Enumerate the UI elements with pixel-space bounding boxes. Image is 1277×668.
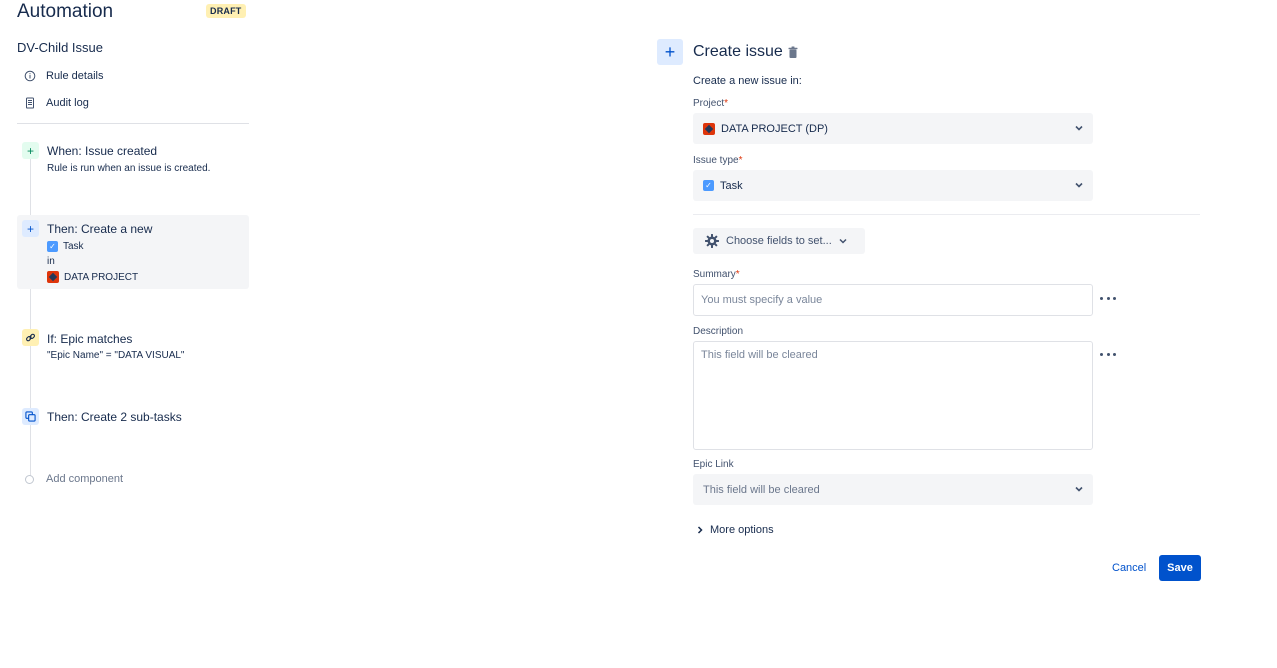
component-description: "Epic Name" = "DATA VISUAL" bbox=[47, 350, 185, 361]
component-condition[interactable]: If: Epic matches "Epic Name" = "DATA VIS… bbox=[17, 327, 249, 367]
component-description: Rule is run when an issue is created. bbox=[47, 163, 211, 174]
info-icon bbox=[24, 70, 36, 82]
epic-link-label: Epic Link bbox=[693, 459, 734, 470]
epic-link-placeholder: This field will be cleared bbox=[703, 483, 820, 496]
component-issue-type: ✓ Task bbox=[47, 241, 84, 252]
summary-more-icon[interactable] bbox=[1100, 294, 1116, 302]
issue-type-label: Issue type* bbox=[693, 155, 743, 166]
subtask-icon bbox=[22, 408, 39, 425]
issue-type-value: Task bbox=[720, 179, 743, 192]
cancel-button[interactable]: Cancel bbox=[1106, 556, 1152, 580]
summary-label: Summary* bbox=[693, 269, 740, 280]
audit-log-link[interactable]: Audit log bbox=[24, 95, 89, 111]
rule-details-label: Rule details bbox=[46, 70, 104, 82]
plus-icon: + bbox=[657, 39, 683, 65]
add-component-button[interactable]: Add component bbox=[25, 473, 123, 485]
description-field[interactable] bbox=[693, 341, 1093, 450]
link-icon bbox=[22, 329, 39, 346]
document-icon bbox=[24, 97, 36, 109]
more-options-toggle[interactable]: More options bbox=[696, 524, 774, 536]
project-icon bbox=[703, 122, 715, 135]
component-create-subtasks[interactable]: Then: Create 2 sub-tasks bbox=[17, 406, 249, 430]
rule-name: DV-Child Issue bbox=[17, 40, 103, 55]
component-project: DATA PROJECT bbox=[47, 271, 138, 283]
component-trigger[interactable]: + When: Issue created Rule is run when a… bbox=[17, 140, 249, 184]
trash-icon[interactable] bbox=[787, 46, 799, 59]
choose-fields-button[interactable]: Choose fields to set... bbox=[693, 228, 865, 254]
add-component-label: Add component bbox=[46, 473, 124, 485]
description-label: Description bbox=[693, 326, 744, 337]
chevron-down-icon bbox=[839, 238, 847, 244]
checkbox-task-icon: ✓ bbox=[703, 180, 714, 191]
description-more-icon[interactable] bbox=[1100, 350, 1116, 358]
component-title: Then: Create a new bbox=[47, 222, 153, 236]
panel-title: Create issue bbox=[693, 43, 783, 60]
plus-icon: + bbox=[22, 220, 39, 237]
project-value: DATA PROJECT (DP) bbox=[721, 122, 828, 135]
more-options-label: More options bbox=[710, 524, 774, 536]
component-create-issue[interactable]: + Then: Create a new ✓ Task in DATA PROJ… bbox=[17, 215, 249, 289]
issue-type-select[interactable]: ✓ Task bbox=[693, 170, 1093, 201]
rule-details-link[interactable]: Rule details bbox=[24, 68, 103, 84]
component-title: If: Epic matches bbox=[47, 332, 133, 346]
panel-subtitle: Create a new issue in: bbox=[693, 75, 802, 87]
component-in-text: in bbox=[47, 256, 55, 267]
plus-icon: + bbox=[22, 142, 39, 159]
project-icon bbox=[47, 271, 59, 283]
project-select[interactable]: DATA PROJECT (DP) bbox=[693, 113, 1093, 144]
summary-input[interactable] bbox=[693, 284, 1093, 316]
chevron-right-icon bbox=[697, 526, 703, 534]
component-title: When: Issue created bbox=[47, 144, 158, 158]
gear-icon bbox=[705, 234, 719, 248]
chevron-down-icon bbox=[1075, 125, 1083, 131]
save-button[interactable]: Save bbox=[1159, 555, 1201, 581]
choose-fields-label: Choose fields to set... bbox=[726, 235, 832, 247]
sidebar-divider bbox=[17, 123, 249, 124]
checkbox-task-icon: ✓ bbox=[47, 241, 58, 252]
chevron-down-icon bbox=[1075, 182, 1083, 188]
page-title: Automation bbox=[17, 1, 114, 22]
panel-divider bbox=[693, 214, 1200, 215]
component-title: Then: Create 2 sub-tasks bbox=[47, 410, 182, 424]
project-label: Project* bbox=[693, 98, 729, 109]
epic-link-select[interactable]: This field will be cleared bbox=[693, 474, 1093, 505]
audit-log-label: Audit log bbox=[46, 97, 89, 109]
chevron-down-icon bbox=[1075, 486, 1083, 492]
status-badge: DRAFT bbox=[206, 4, 246, 18]
add-dot-icon bbox=[25, 474, 34, 484]
